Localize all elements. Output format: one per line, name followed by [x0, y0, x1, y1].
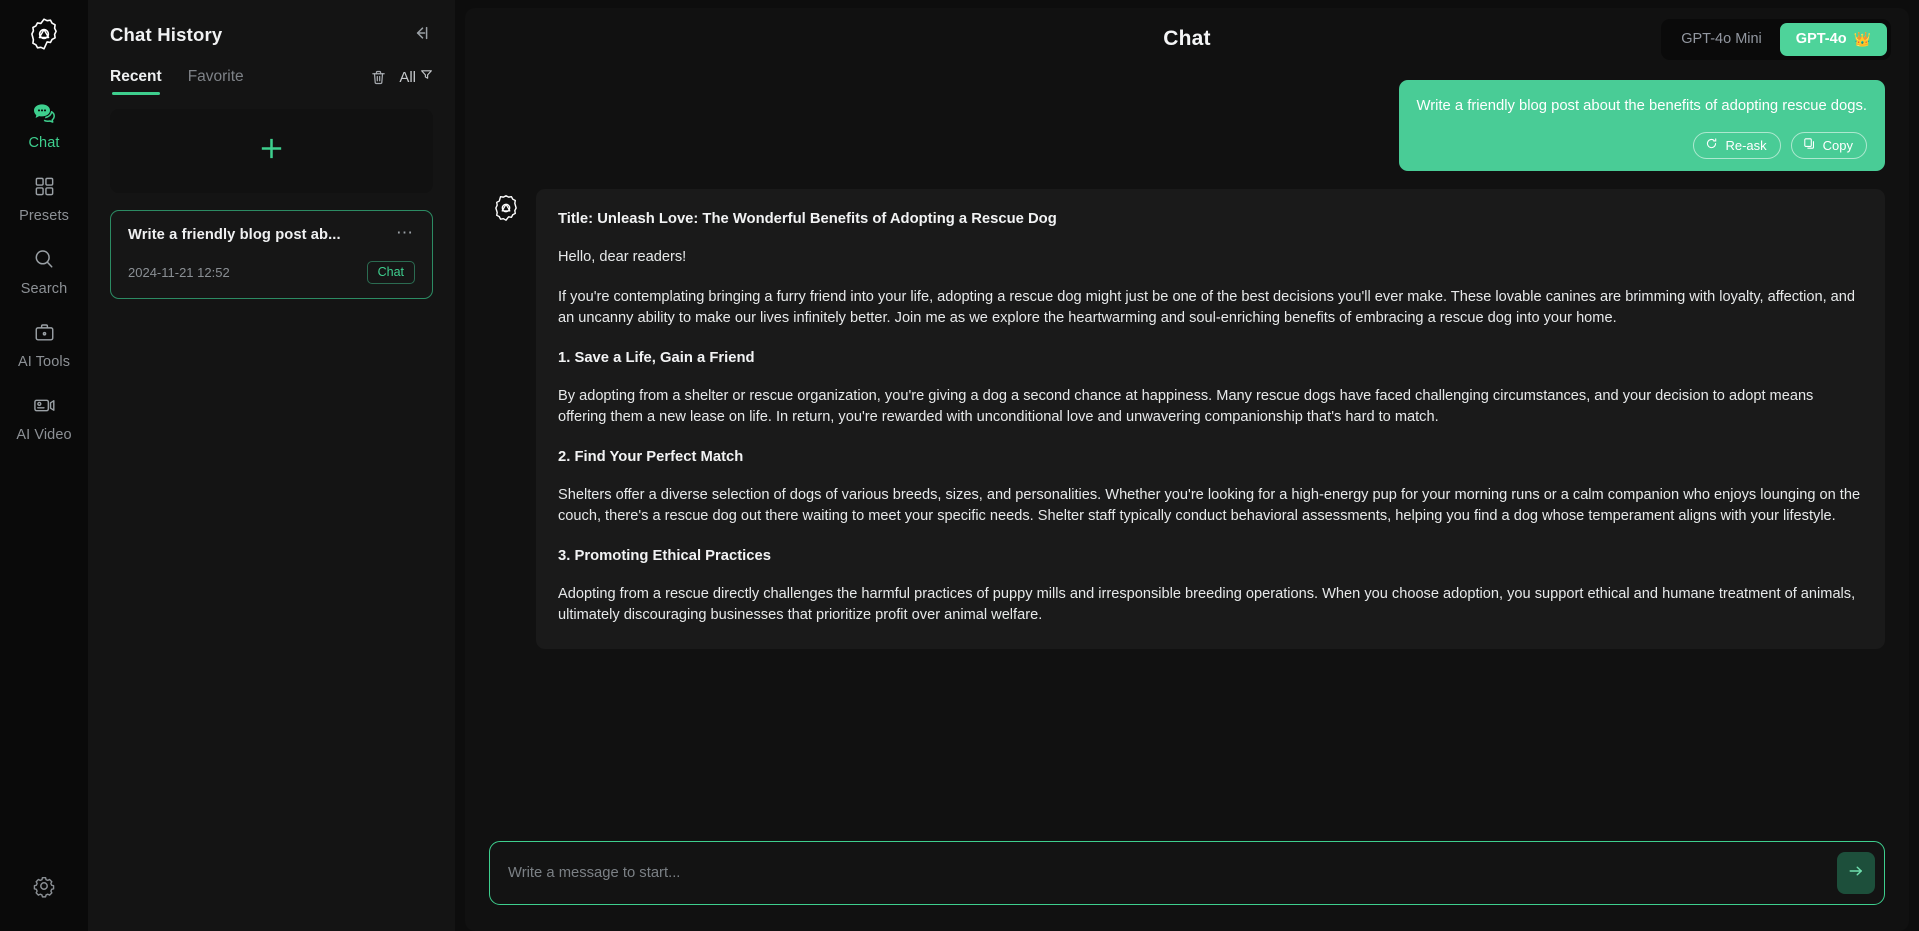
filter-icon	[420, 68, 433, 86]
gear-icon	[32, 874, 56, 903]
tab-favorite[interactable]: Favorite	[188, 68, 244, 95]
copy-icon	[1803, 137, 1816, 153]
assistant-paragraph: Hello, dear readers!	[558, 249, 687, 265]
history-item-top-row: Write a friendly blog post ab... ⋯	[128, 224, 415, 243]
filter-label: All	[399, 68, 416, 86]
history-item-title: Write a friendly blog post ab...	[128, 227, 341, 243]
model-option-label: GPT-4o	[1795, 30, 1847, 47]
sidebar-item-label: AI Video	[16, 427, 72, 443]
assistant-heading: 3. Promoting Ethical Practices	[558, 547, 771, 564]
history-header: Chat History	[110, 0, 433, 48]
left-nav-rail: Chat Presets Search AI Tools AI Video	[0, 0, 88, 931]
sidebar-item-chat[interactable]: Chat	[0, 88, 88, 161]
assistant-message-bubble: Title: Unleash Love: The Wonderful Benef…	[536, 189, 1885, 649]
re-ask-label: Re-ask	[1725, 137, 1767, 153]
model-option-label: GPT-4o Mini	[1681, 30, 1762, 47]
assistant-paragraph: Adopting from a rescue directly challeng…	[558, 585, 1856, 624]
trash-icon[interactable]	[370, 69, 387, 86]
chat-bubble-icon	[31, 100, 57, 126]
video-camera-icon	[32, 392, 57, 418]
crown-icon: 👑	[1853, 30, 1871, 47]
assistant-message-row: Title: Unleash Love: The Wonderful Benef…	[489, 189, 1885, 649]
message-input[interactable]	[508, 842, 1837, 904]
settings-button[interactable]	[27, 871, 61, 905]
user-message-actions: Re-ask Copy	[1417, 132, 1867, 159]
assistant-heading: Title: Unleash Love: The Wonderful Benef…	[558, 211, 1057, 227]
panel-title: Chat History	[110, 24, 223, 45]
conversation-scroll[interactable]: Write a friendly blog post about the ben…	[465, 70, 1909, 829]
copy-button[interactable]: Copy	[1790, 132, 1867, 159]
composer-area	[465, 829, 1909, 931]
chat-header: Chat GPT-4o Mini GPT-4o 👑	[465, 8, 1909, 70]
sidebar-item-ai-tools[interactable]: AI Tools	[0, 307, 88, 380]
magnifier-icon	[32, 246, 56, 272]
model-selector: GPT-4o Mini GPT-4o 👑	[1661, 18, 1891, 60]
collapse-panel-button[interactable]	[407, 22, 433, 48]
history-toolbar: All	[370, 68, 433, 95]
user-message-text: Write a friendly blog post about the ben…	[1416, 98, 1868, 114]
app-logo-icon	[26, 16, 62, 52]
grid-squares-icon	[33, 173, 56, 199]
ellipsis-icon[interactable]: ⋯	[386, 224, 415, 241]
tab-recent[interactable]: Recent	[110, 68, 162, 95]
history-list-item[interactable]: Write a friendly blog post ab... ⋯ 2024-…	[110, 210, 433, 299]
sidebar-item-label: AI Tools	[17, 354, 71, 370]
sidebar-item-search[interactable]: Search	[0, 234, 88, 307]
chat-history-panel: Chat History Recent Favorite All Write a…	[88, 0, 455, 931]
history-tabs: Recent Favorite All	[110, 68, 433, 95]
copy-label: Copy	[1822, 137, 1853, 153]
assistant-paragraph: Shelters offer a diverse selection of do…	[558, 486, 1861, 525]
filter-dropdown[interactable]: All	[399, 68, 433, 86]
composer	[489, 841, 1885, 905]
arrow-right-icon	[1847, 862, 1865, 885]
plus-icon	[257, 134, 286, 168]
sidebar-item-label: Search	[20, 281, 68, 297]
chat-panel: Chat GPT-4o Mini GPT-4o 👑 Write a friend…	[465, 8, 1909, 931]
assistant-paragraph: By adopting from a shelter or rescue org…	[558, 387, 1814, 426]
assistant-paragraph: If you're contemplating bringing a furry…	[558, 288, 1856, 327]
re-ask-button[interactable]: Re-ask	[1693, 132, 1781, 159]
assistant-heading: 2. Find Your Perfect Match	[558, 448, 744, 465]
history-item-bottom-row: 2024-11-21 12:52 Chat	[128, 261, 415, 284]
collapse-panel-icon	[409, 22, 431, 49]
model-option-gpt4o-mini[interactable]: GPT-4o Mini	[1665, 23, 1778, 56]
sidebar-item-presets[interactable]: Presets	[0, 161, 88, 234]
sidebar-item-label: Presets	[19, 208, 69, 224]
sidebar-item-ai-video[interactable]: AI Video	[0, 380, 88, 453]
briefcase-icon	[33, 319, 56, 345]
user-message-row: Write a friendly blog post about the ben…	[489, 80, 1885, 171]
assistant-heading: 1. Save a Life, Gain a Friend	[558, 349, 755, 366]
send-button[interactable]	[1837, 852, 1875, 894]
main-area: Chat GPT-4o Mini GPT-4o 👑 Write a friend…	[455, 0, 1919, 931]
sidebar-item-label: Chat	[28, 135, 60, 151]
history-item-timestamp: 2024-11-21 12:52	[128, 265, 230, 280]
new-chat-button[interactable]	[110, 109, 433, 193]
assistant-logo-icon	[489, 191, 523, 225]
model-option-gpt4o[interactable]: GPT-4o 👑	[1779, 22, 1887, 56]
refresh-icon	[1705, 137, 1718, 153]
user-message-bubble: Write a friendly blog post about the ben…	[1398, 80, 1885, 171]
history-item-badge[interactable]: Chat	[366, 261, 415, 284]
